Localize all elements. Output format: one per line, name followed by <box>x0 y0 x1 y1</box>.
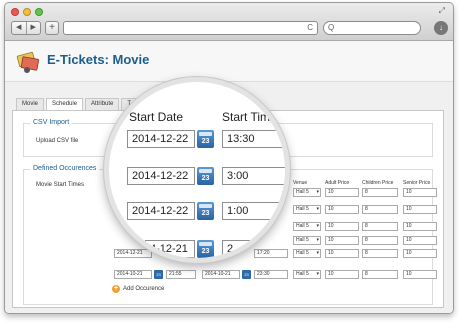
senior-price-input[interactable]: 10 <box>403 188 437 197</box>
tab-schedule[interactable]: Schedule <box>46 98 84 110</box>
browser-toolbar: ⤢ ◀ ▶ + C Q ↓ <box>5 3 453 41</box>
venue-select[interactable]: Hall 5 <box>293 188 321 197</box>
start-date-input[interactable]: 2014-12-22 <box>127 130 195 148</box>
address-bar[interactable]: C <box>63 21 318 35</box>
tab-movie[interactable]: Movie <box>16 98 45 110</box>
end-time-input[interactable]: 23:30 <box>254 270 288 279</box>
start-date-input[interactable]: 2014-12-22 <box>127 202 195 220</box>
tickets-logo-icon <box>16 51 39 73</box>
calendar-icon[interactable]: 23 <box>242 270 251 279</box>
page-title: E-Tickets: Movie <box>47 52 150 67</box>
add-occurence-button[interactable]: + Add Occurence <box>112 285 164 293</box>
movie-start-times-label: Movie Start Times <box>36 182 85 188</box>
download-icon[interactable]: ↓ <box>434 21 448 35</box>
start-time-input[interactable]: 1:00 <box>222 202 285 220</box>
venue-select[interactable]: Hall 5 <box>293 222 321 231</box>
start-date-input[interactable]: 2014-12-22 <box>127 167 195 185</box>
children-price-input[interactable]: 8 <box>362 205 398 214</box>
children-price-input[interactable]: 8 <box>362 188 398 197</box>
senior-price-input[interactable]: 10 <box>403 249 437 258</box>
start-date-heading: Start Date <box>129 110 184 124</box>
children-price-input[interactable]: 8 <box>362 236 398 245</box>
children-price-column-header: Children Price <box>362 180 394 186</box>
senior-price-input[interactable]: 10 <box>403 205 437 214</box>
browser-search-input[interactable]: Q <box>323 21 421 35</box>
senior-price-column-header: Senior Price <box>403 180 431 186</box>
senior-price-input[interactable]: 10 <box>403 222 437 231</box>
venue-select[interactable]: Hall 5 <box>293 236 321 245</box>
start-time-input[interactable]: 21:55 <box>166 270 196 279</box>
adult-price-input[interactable]: 10 <box>325 270 359 279</box>
venue-column-header: Venue <box>293 180 308 186</box>
occurences-legend: Defined Occurences <box>30 165 100 172</box>
start-time-input[interactable]: 3:00 <box>222 167 285 185</box>
venue-select[interactable]: Hall 5 <box>293 249 321 258</box>
fullscreen-icon[interactable]: ⤢ <box>439 6 445 16</box>
new-tab-button[interactable]: + <box>45 21 59 35</box>
back-button[interactable]: ◀ <box>12 22 26 34</box>
start-date-input[interactable]: 2014-10-21 <box>114 270 152 279</box>
venue-select[interactable]: Hall 5 <box>293 205 321 214</box>
start-date-input[interactable]: 4-12-21 <box>145 240 195 258</box>
add-icon: + <box>112 285 120 293</box>
calendar-icon[interactable]: 23 <box>154 270 163 279</box>
tab-attribute[interactable]: Attribute <box>85 98 120 110</box>
add-occurence-label: Add Occurence <box>123 286 165 292</box>
tab-strip: Movie Schedule Attribute T <box>16 98 138 110</box>
children-price-input[interactable]: 8 <box>362 222 398 231</box>
senior-price-input[interactable]: 10 <box>403 236 437 245</box>
component-header: E-Tickets: Movie <box>5 42 453 82</box>
adult-price-input[interactable]: 10 <box>325 188 359 197</box>
adult-price-input[interactable]: 10 <box>325 236 359 245</box>
start-time-input[interactable]: 13:30 <box>222 130 285 148</box>
reload-icon[interactable]: C <box>307 23 313 32</box>
start-time-input[interactable]: 2 <box>222 240 262 258</box>
children-price-input[interactable]: 8 <box>362 249 398 258</box>
adult-price-input[interactable]: 10 <box>325 222 359 231</box>
csv-import-legend: CSV Import <box>30 119 73 126</box>
start-time-heading: Start Time <box>222 110 277 124</box>
senior-price-input[interactable]: 10 <box>403 270 437 279</box>
upload-csv-label: Upload CSV file <box>36 138 79 144</box>
adult-price-input[interactable]: 10 <box>325 249 359 258</box>
history-buttons: ◀ ▶ <box>11 21 41 35</box>
calendar-icon[interactable]: 23 <box>197 130 214 148</box>
end-date-input[interactable]: 2014-10-21 <box>202 270 240 279</box>
minimize-window-button[interactable] <box>23 8 31 16</box>
calendar-icon[interactable]: 23 <box>197 202 214 220</box>
forward-button[interactable]: ▶ <box>25 22 41 34</box>
adult-price-column-header: Adult Price <box>325 180 350 186</box>
maximize-window-button[interactable] <box>35 8 43 16</box>
close-window-button[interactable] <box>11 8 19 16</box>
calendar-icon[interactable]: 23 <box>197 167 214 185</box>
children-price-input[interactable]: 8 <box>362 270 398 279</box>
search-icon: Q <box>328 23 335 32</box>
adult-price-input[interactable]: 10 <box>325 205 359 214</box>
venue-select[interactable]: Hall 5 <box>293 270 321 279</box>
magnifier-loupe: Start Date Start Time 2014-12-22 23 13:3… <box>104 77 290 263</box>
calendar-icon[interactable]: 23 <box>197 240 214 258</box>
